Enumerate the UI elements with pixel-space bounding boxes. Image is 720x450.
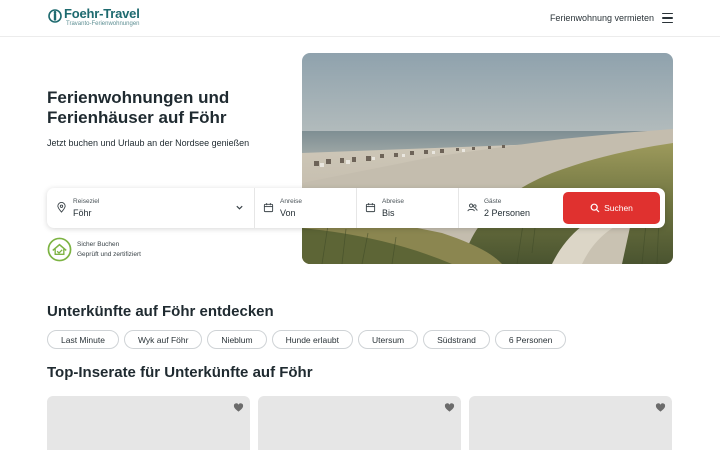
discover-title: Unterkünfte auf Föhr entdecken (47, 303, 274, 320)
hero-subtitle: Jetzt buchen und Urlaub an der Nordsee g… (47, 138, 250, 148)
filter-chips: Last Minute Wyk auf Föhr Nieblum Hunde e… (47, 330, 567, 349)
chip-suedstrand[interactable]: Südstrand (423, 330, 490, 349)
departure-label: Abreise (382, 198, 405, 205)
chevron-down-icon (236, 205, 243, 210)
heart-icon[interactable] (655, 402, 666, 413)
top-listings-title: Top-Inserate für Unterkünfte auf Föhr (47, 364, 313, 381)
heart-icon[interactable] (444, 402, 455, 413)
hamburger-menu-icon[interactable] (662, 13, 673, 23)
users-icon (467, 203, 478, 212)
chip-last-minute[interactable]: Last Minute (47, 330, 119, 349)
search-button[interactable]: Suchen (563, 192, 660, 224)
chip-utersum[interactable]: Utersum (358, 330, 419, 349)
guests-field[interactable]: Gäste 2 Personen (459, 188, 559, 228)
chip-6-personen[interactable]: 6 Personen (494, 330, 567, 349)
listing-card[interactable] (47, 396, 250, 450)
hero-title: Ferienwohnungen und Ferienhäuser auf Föh… (47, 88, 230, 127)
arrival-value: Von (280, 208, 296, 218)
site-logo[interactable]: Foehr-Travel Travanto-Ferienwohnungen (48, 7, 140, 28)
listing-card[interactable] (469, 396, 672, 450)
destination-select[interactable]: Reiseziel Föhr (47, 188, 254, 228)
hero-beach-image (302, 53, 673, 264)
listing-cards (47, 396, 672, 450)
guests-label: Gäste (484, 198, 502, 205)
secure-booking-icon (47, 237, 72, 262)
destination-label: Reiseziel (73, 198, 100, 205)
arrival-label: Anreise (280, 198, 303, 205)
logo-title: Foehr-Travel (64, 6, 140, 21)
departure-date-field[interactable]: Abreise Bis (357, 188, 458, 228)
logo-subtitle: Travanto-Ferienwohnungen (66, 21, 140, 27)
calendar-icon (263, 203, 274, 213)
search-button-label: Suchen (604, 203, 633, 213)
heart-icon[interactable] (233, 402, 244, 413)
logo-icon (48, 9, 62, 23)
arrival-date-field[interactable]: Anreise Von (255, 188, 356, 228)
chip-nieblum[interactable]: Nieblum (207, 330, 267, 349)
rent-out-link[interactable]: Ferienwohnung vermieten (550, 13, 654, 23)
calendar-icon (365, 203, 376, 213)
location-pin-icon (57, 202, 66, 213)
trust-title: Sicher Buchen (77, 241, 120, 248)
guests-value: 2 Personen (484, 208, 531, 218)
trust-badge: Sicher Buchen Geprüft und zertifiziert (47, 237, 141, 262)
search-bar: Reiseziel Föhr Anreise Von Abreise Bis G… (47, 188, 665, 228)
chip-wyk-auf-foehr[interactable]: Wyk auf Föhr (123, 330, 203, 349)
trust-subtitle: Geprüft und zertifiziert (77, 251, 141, 258)
listing-card[interactable] (258, 396, 461, 450)
destination-value: Föhr (73, 208, 92, 218)
chip-hunde-erlaubt[interactable]: Hunde erlaubt (271, 330, 354, 349)
site-header: Foehr-Travel Travanto-Ferienwohnungen Fe… (0, 0, 720, 37)
departure-value: Bis (382, 208, 395, 218)
search-icon (590, 203, 600, 213)
